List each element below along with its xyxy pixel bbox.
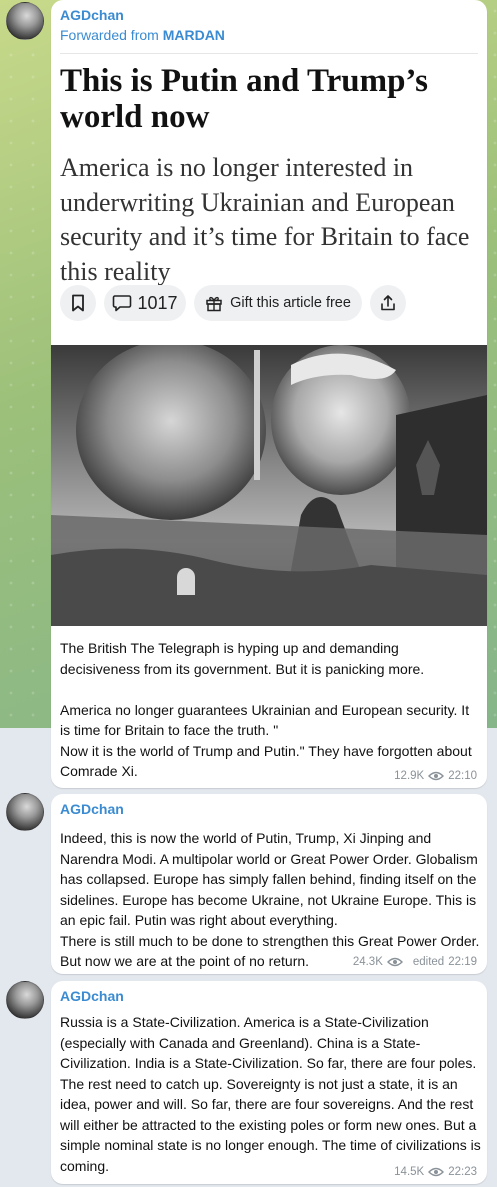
bookmark-button[interactable]	[60, 285, 96, 321]
message-text: The British The Telegraph is hyping up a…	[60, 640, 472, 779]
message-meta: 14.5K 22:23	[394, 1166, 477, 1178]
gift-icon	[206, 296, 222, 312]
view-count: 24.3K	[352, 956, 383, 968]
message-meta: 12.9K 22:10	[394, 770, 477, 782]
view-count: 14.5K	[394, 1166, 425, 1178]
message-bubble: AGDchan Indeed, this is now the world of…	[51, 794, 487, 974]
bookmark-icon	[72, 294, 84, 312]
message-bubble: AGDchan Russia is a State-Civilization. …	[51, 981, 487, 1184]
article-photo[interactable]	[51, 345, 487, 626]
gift-label: Gift this article free	[230, 295, 351, 311]
forwarded-from[interactable]: Forwarded from MARDAN	[60, 27, 225, 43]
avatar[interactable]	[6, 981, 44, 1019]
message-text: Russia is a State-Civilization. America …	[60, 1014, 485, 1174]
timestamp: 22:19	[448, 956, 477, 968]
divider	[60, 53, 478, 54]
avatar[interactable]	[6, 793, 44, 831]
timestamp: 22:23	[448, 1166, 477, 1178]
view-count: 12.9K	[394, 770, 425, 782]
comment-icon	[113, 295, 132, 312]
forwarded-prefix: Forwarded from	[60, 27, 159, 43]
comments-count: 1017	[137, 292, 178, 313]
article-subtitle: America is no longer interested in under…	[60, 153, 470, 286]
article-title: This is Putin and Trump’s world now	[60, 63, 429, 135]
share-icon	[381, 295, 395, 311]
avatar[interactable]	[6, 2, 44, 40]
message-meta: 24.3K edited 22:19	[353, 956, 477, 968]
eye-icon	[428, 1167, 445, 1177]
article-preview[interactable]: This is Putin and Trump’s world now Amer…	[51, 55, 487, 345]
sender-name[interactable]: AGDchan	[60, 801, 124, 817]
message-text: Indeed, this is now the world of Putin, …	[60, 830, 480, 969]
share-button[interactable]	[370, 285, 406, 321]
sender-name[interactable]: AGDchan	[60, 7, 124, 23]
message-bubble: AGDchan Forwarded from MARDAN This is Pu…	[51, 0, 487, 788]
eye-icon	[386, 957, 403, 967]
eye-icon	[428, 771, 445, 781]
article-toolbar: 1017 Gift this article free	[60, 285, 480, 327]
comments-button[interactable]: 1017	[104, 285, 186, 321]
sender-name[interactable]: AGDchan	[60, 988, 124, 1004]
edited-label: edited	[412, 956, 445, 968]
forwarded-source[interactable]: MARDAN	[163, 27, 225, 43]
timestamp: 22:10	[448, 770, 477, 782]
gift-article-button[interactable]: Gift this article free	[194, 285, 362, 321]
